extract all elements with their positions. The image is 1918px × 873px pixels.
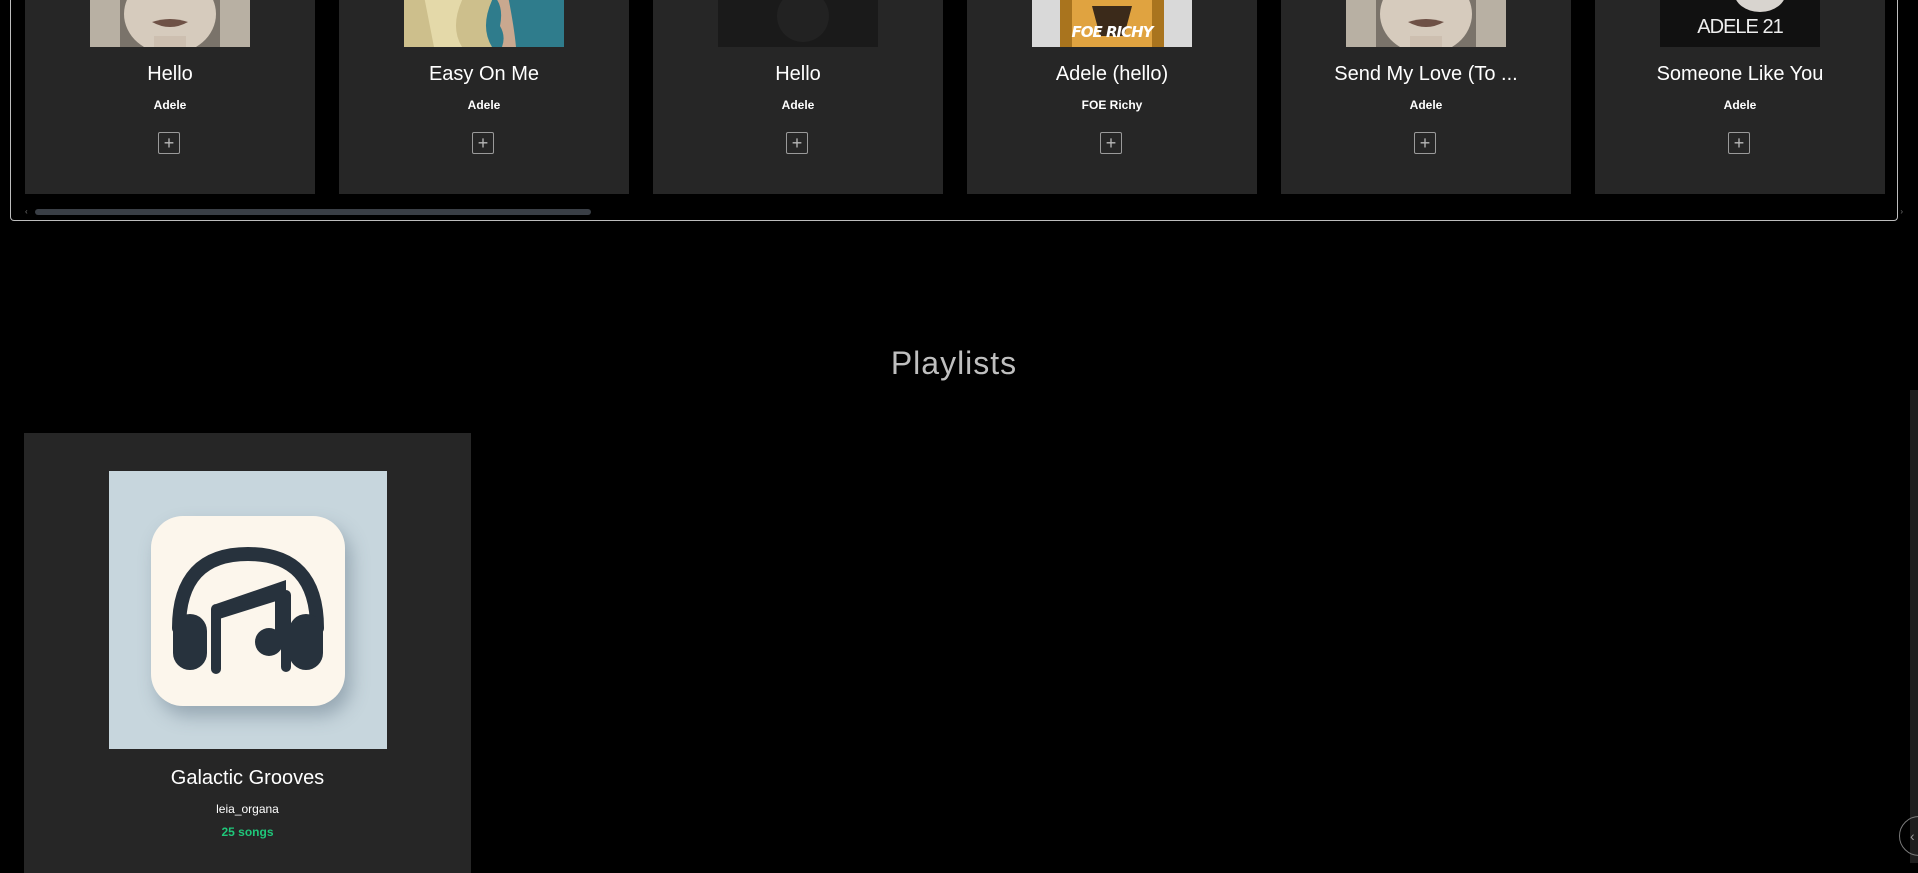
song-card[interactable]: Easy On Me Adele + xyxy=(339,0,629,194)
album-art: FOE RICHY xyxy=(1032,0,1192,47)
add-to-playlist-button[interactable]: + xyxy=(472,132,494,154)
song-card[interactable]: Send My Love (To ... Adele + xyxy=(1281,0,1571,194)
song-artist: Adele xyxy=(1723,98,1757,112)
song-artist: FOE Richy xyxy=(1081,98,1143,112)
album-art-text: ADELE 21 xyxy=(1697,16,1783,38)
song-title: Hello xyxy=(775,63,821,85)
scroll-right-arrow-icon[interactable]: › xyxy=(1900,208,1903,216)
song-title: Adele (hello) xyxy=(1055,63,1169,85)
add-to-playlist-button[interactable]: + xyxy=(1414,132,1436,154)
playlist-song-count: 25 songs xyxy=(221,825,274,839)
album-art xyxy=(1346,0,1506,47)
song-artist: Adele xyxy=(781,98,815,112)
headphones-music-icon xyxy=(172,546,324,674)
song-card[interactable]: FOE RICHY Adele (hello) FOE Richy + xyxy=(967,0,1257,194)
album-art xyxy=(718,0,878,47)
vertical-scrollbar[interactable] xyxy=(1910,390,1918,863)
add-to-playlist-button[interactable]: + xyxy=(1728,132,1750,154)
playlist-card[interactable]: Galactic Grooves leia_organa 25 songs xyxy=(24,433,471,873)
song-title: Someone Like You xyxy=(1656,63,1824,85)
song-card[interactable]: ADELE 21 Someone Like You Adele + xyxy=(1595,0,1885,194)
songs-carousel: Hello Adele + Easy On Me Adele + Hello A… xyxy=(10,0,1903,221)
plus-square-icon: + xyxy=(791,133,803,153)
playlist-owner: leia_organa xyxy=(216,802,279,816)
song-artist: Adele xyxy=(153,98,187,112)
album-art xyxy=(404,0,564,47)
add-to-playlist-button[interactable]: + xyxy=(158,132,180,154)
plus-square-icon: + xyxy=(163,133,175,153)
song-title: Hello xyxy=(147,63,193,85)
chevron-left-icon: ‹ xyxy=(1910,828,1915,844)
plus-square-icon: + xyxy=(477,133,489,153)
song-card[interactable]: Hello Adele + xyxy=(653,0,943,194)
playlist-cover xyxy=(109,471,387,749)
add-to-playlist-button[interactable]: + xyxy=(1100,132,1122,154)
plus-square-icon: + xyxy=(1419,133,1431,153)
song-artist: Adele xyxy=(1409,98,1443,112)
song-title: Easy On Me xyxy=(428,63,540,85)
add-to-playlist-button[interactable]: + xyxy=(786,132,808,154)
album-art xyxy=(90,0,250,47)
song-artist: Adele xyxy=(467,98,501,112)
cover-tile xyxy=(151,516,345,706)
album-art-text: FOE RICHY xyxy=(1071,23,1153,41)
song-card[interactable]: Hello Adele + xyxy=(25,0,315,194)
scroll-left-arrow-icon[interactable]: ‹ xyxy=(25,208,28,216)
song-title: Send My Love (To ... xyxy=(1334,63,1518,85)
plus-square-icon: + xyxy=(1105,133,1117,153)
horizontal-scrollbar[interactable]: ‹ › xyxy=(25,208,1903,216)
section-title: Playlists xyxy=(890,345,1018,381)
sidebar-toggle-button[interactable]: ‹ xyxy=(1899,816,1918,856)
scrollbar-thumb[interactable] xyxy=(35,209,591,215)
album-art: ADELE 21 xyxy=(1660,0,1820,47)
playlist-name: Galactic Grooves xyxy=(170,767,325,789)
plus-square-icon: + xyxy=(1733,133,1745,153)
